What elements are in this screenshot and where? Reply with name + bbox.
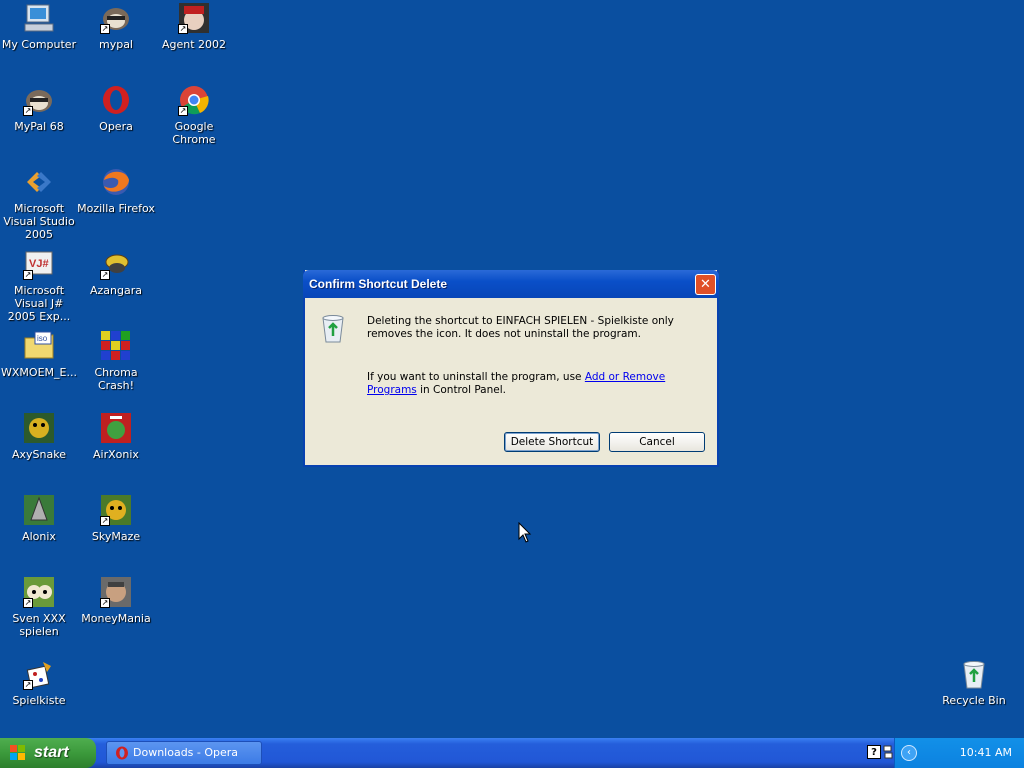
- delete-message: Deleting the shortcut to EINFACH SPIELEN…: [367, 315, 674, 340]
- snake-game-icon: [23, 412, 55, 444]
- iso-file-icon: iso: [23, 330, 55, 362]
- chrome-icon: ↗: [178, 84, 210, 116]
- icon-label: Alonix: [22, 530, 56, 543]
- opera-icon: [116, 746, 128, 760]
- icon-label: WXMOEM_E...: [1, 366, 77, 379]
- desktop-icon-chrome[interactable]: ↗ Google Chrome: [155, 84, 233, 146]
- mouse-cursor-icon: [518, 521, 532, 547]
- icon-label: MoneyMania: [81, 612, 151, 625]
- icon-label: Sven XXX spielen: [12, 612, 66, 638]
- shortcut-arrow-icon: ↗: [100, 516, 110, 526]
- chevron-left-icon[interactable]: ‹: [901, 745, 917, 761]
- uninstall-hint: If you want to uninstall the program, us…: [367, 371, 707, 397]
- icon-label: Recycle Bin: [942, 694, 1006, 707]
- taskbar-item-label: Downloads - Opera: [133, 746, 239, 759]
- desktop-icon-recycle-bin[interactable]: Recycle Bin: [935, 658, 1013, 707]
- svg-text:VJ#: VJ#: [29, 258, 49, 270]
- icon-label: SkyMaze: [91, 530, 141, 543]
- desktop-icon-firefox[interactable]: Mozilla Firefox: [77, 166, 155, 215]
- desktop-icon-my-computer[interactable]: My Computer: [0, 2, 78, 51]
- desktop-icon-axysnake[interactable]: AxySnake: [0, 412, 78, 461]
- shortcut-arrow-icon: ↗: [178, 106, 188, 116]
- desktop-icon-agent-2002[interactable]: ↗ Agent 2002: [155, 2, 233, 51]
- opera-icon: [100, 84, 132, 116]
- delete-shortcut-button[interactable]: Delete Shortcut: [504, 432, 600, 452]
- skymaze-icon: ↗: [100, 494, 132, 526]
- desktop-icon-chroma-crash[interactable]: Chroma Crash!: [77, 330, 155, 392]
- shortcut-arrow-icon: ↗: [23, 270, 33, 280]
- shortcut-arrow-icon: ↗: [178, 24, 188, 34]
- shortcut-arrow-icon: ↗: [23, 598, 33, 608]
- icon-label: AxySnake: [12, 448, 66, 461]
- shortcut-arrow-icon: ↗: [100, 598, 110, 608]
- system-tray: ? ‹ 10:41 AM: [867, 738, 1024, 768]
- desktop-icon-visual-studio[interactable]: Microsoft Visual Studio 2005: [0, 166, 78, 241]
- moneymania-icon: ↗: [100, 576, 132, 608]
- icon-label: Google Chrome: [172, 120, 216, 146]
- raccoon-icon: ↗: [100, 2, 132, 34]
- azangara-icon: ↗: [100, 248, 132, 280]
- uninstall-hint-suffix: in Control Panel.: [416, 384, 506, 396]
- taskbar: start Downloads - Opera ? ‹ 10:41 AM: [0, 738, 1024, 768]
- svg-text:iso: iso: [37, 334, 48, 343]
- computer-icon: [23, 2, 55, 34]
- desktop-icon-mypal-68[interactable]: ↗ MyPal 68: [0, 84, 78, 133]
- desktop-icon-alonix[interactable]: Alonix: [0, 494, 78, 543]
- desktop-icon-azangara[interactable]: ↗ Azangara: [77, 248, 155, 297]
- chroma-crash-icon: [100, 330, 132, 362]
- dialog-title: Confirm Shortcut Delete: [309, 277, 448, 291]
- visual-studio-icon: [23, 166, 55, 198]
- icon-label: Microsoft Visual Studio 2005: [3, 202, 75, 241]
- icon-label: MyPal 68: [14, 120, 64, 133]
- desktop-icon-visual-j[interactable]: VJ# ↗ Microsoft Visual J# 2005 Exp...: [0, 248, 78, 323]
- icon-label: Azangara: [90, 284, 142, 297]
- desktop-icon-airxonix[interactable]: AirXonix: [77, 412, 155, 461]
- help-icon[interactable]: ?: [867, 745, 881, 759]
- alonix-game-icon: [23, 494, 55, 526]
- recycle-bin-icon: [317, 312, 349, 347]
- airxonix-icon: [100, 412, 132, 444]
- windows-logo-icon: [10, 745, 25, 760]
- confirm-shortcut-delete-dialog: Confirm Shortcut Delete ✕ Deleting the s…: [303, 270, 719, 467]
- start-label: start: [34, 744, 69, 761]
- icon-label: Mozilla Firefox: [77, 202, 155, 215]
- shortcut-arrow-icon: ↗: [100, 270, 110, 280]
- start-button[interactable]: start: [0, 738, 96, 768]
- icon-label: Agent 2002: [161, 38, 227, 51]
- desktop-icon-moneymania[interactable]: ↗ MoneyMania: [77, 576, 155, 625]
- recycle-bin-icon: [958, 658, 990, 690]
- icon-label: Chroma Crash!: [94, 366, 138, 392]
- desktop-icon-skymaze[interactable]: ↗ SkyMaze: [77, 494, 155, 543]
- sven-game-icon: ↗: [23, 576, 55, 608]
- cancel-button[interactable]: Cancel: [609, 432, 705, 452]
- taskbar-item-opera-downloads[interactable]: Downloads - Opera: [106, 741, 262, 765]
- desktop-icon-opera[interactable]: Opera: [77, 84, 155, 133]
- icon-label: My Computer: [1, 38, 77, 51]
- icon-label: Microsoft Visual J# 2005 Exp...: [7, 284, 71, 323]
- firefox-icon: [100, 166, 132, 198]
- clock[interactable]: 10:41 AM: [960, 746, 1012, 759]
- desktop-icon-spielkiste[interactable]: ↗ Spielkiste: [0, 658, 78, 707]
- dice-icon: ↗: [23, 658, 55, 690]
- network-icon: [883, 745, 893, 759]
- icon-label: mypal: [98, 38, 133, 51]
- shortcut-arrow-icon: ↗: [23, 106, 33, 116]
- desktop-icon-wxmoem[interactable]: iso WXMOEM_E...: [0, 330, 78, 379]
- icon-label: AirXonix: [93, 448, 139, 461]
- raccoon-icon: ↗: [23, 84, 55, 116]
- icon-label: Opera: [99, 120, 133, 133]
- desktop-icon-mypal[interactable]: ↗ mypal: [77, 2, 155, 51]
- close-button[interactable]: ✕: [695, 274, 716, 295]
- visual-j-icon: VJ# ↗: [23, 248, 55, 280]
- agent-icon: ↗: [178, 2, 210, 34]
- icon-label: Spielkiste: [12, 694, 66, 707]
- uninstall-hint-text: If you want to uninstall the program, us…: [367, 371, 585, 383]
- desktop-icon-sven[interactable]: ↗ Sven XXX spielen: [0, 576, 78, 638]
- shortcut-arrow-icon: ↗: [23, 680, 33, 690]
- shortcut-arrow-icon: ↗: [100, 24, 110, 34]
- dialog-titlebar[interactable]: Confirm Shortcut Delete ✕: [303, 270, 719, 298]
